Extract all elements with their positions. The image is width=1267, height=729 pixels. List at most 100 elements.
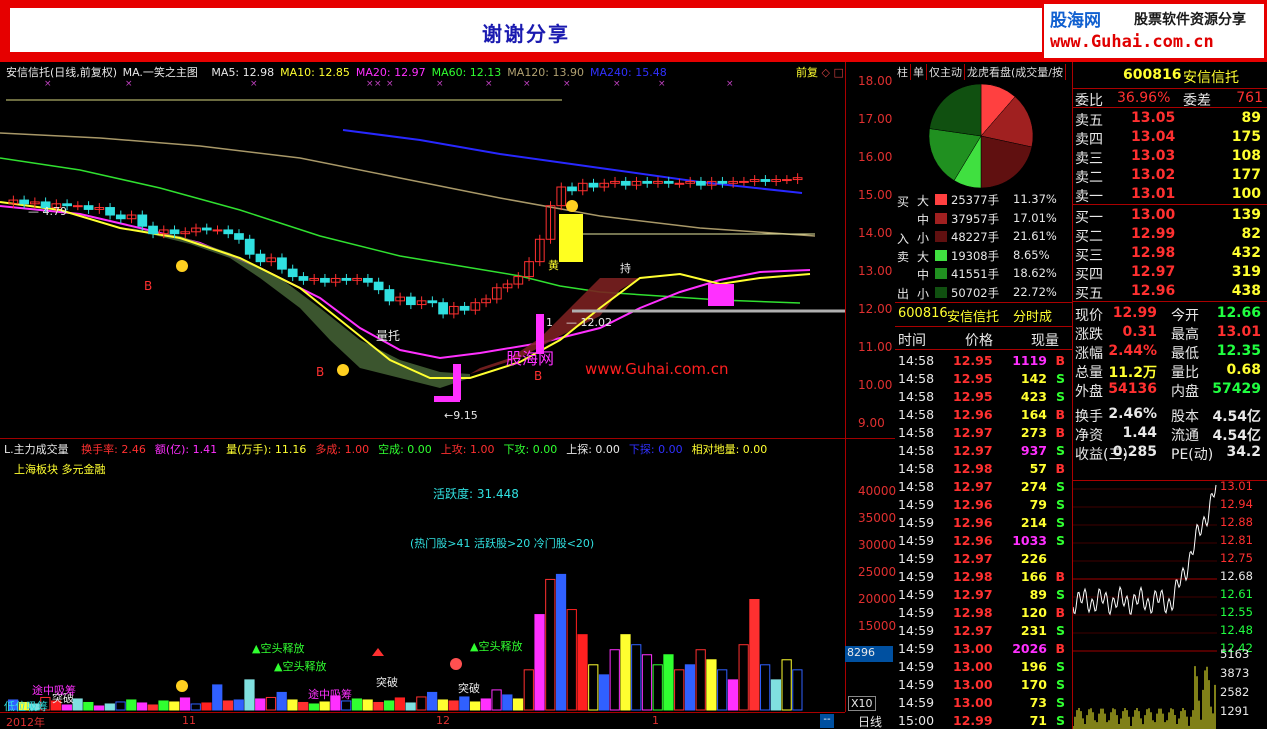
bids-volume: 438 [1231, 283, 1261, 299]
weibi-row: 委比 36.96% 委差 761 [1073, 88, 1267, 109]
asks-label: 卖三 [1075, 151, 1103, 167]
flow-size-label: 中 [917, 212, 930, 227]
stat-value: 57429 [1212, 381, 1261, 397]
bids-row[interactable]: 买二 12.99 82 [1073, 225, 1265, 245]
volume-bar [362, 699, 373, 711]
flow-tab[interactable]: 仅主动 [927, 64, 965, 80]
bids-row[interactable]: 买三 12.98 432 [1073, 244, 1265, 264]
volume-bar [276, 691, 287, 711]
inflow-label: 入 [897, 232, 910, 246]
tick-row[interactable]: 14:58 12.97 274 S [895, 478, 1071, 496]
tick-row[interactable]: 14:59 13.00 2026 B [895, 640, 1071, 658]
tick-row[interactable]: 15:00 12.99 71 S [895, 712, 1071, 729]
bids-row[interactable]: 买一 13.00 139 [1073, 206, 1265, 226]
scale-tag[interactable]: X10 [848, 696, 876, 711]
flow-tab[interactable]: 柱 [895, 64, 911, 80]
tick-row[interactable]: 14:59 12.98 120 B [895, 604, 1071, 622]
volume-bar [426, 691, 438, 711]
bids-row[interactable]: 买五 12.96 438 [1073, 282, 1265, 302]
stat-label: 涨幅 [1075, 346, 1103, 362]
tick-time: 14:58 [898, 425, 935, 440]
bids-price: 12.98 [1131, 245, 1176, 261]
asks-row[interactable]: 卖五 13.05 89 [1073, 109, 1265, 129]
up-arrow-icon [372, 648, 384, 656]
stat-label: 总量 [1075, 365, 1103, 381]
tick-price: 12.98 [953, 605, 993, 620]
signal-box-magenta [434, 396, 460, 402]
stat-value: 4.54亿 [1212, 428, 1261, 444]
tick-row[interactable]: 14:58 12.97 273 B [895, 424, 1071, 442]
candle-body [298, 276, 309, 281]
tick-row[interactable]: 14:59 12.96 1033 S [895, 532, 1071, 550]
tick-row[interactable]: 14:59 12.97 89 S [895, 586, 1071, 604]
asks-row[interactable]: 卖一 13.01 100 [1073, 185, 1265, 205]
asks-price: 13.03 [1131, 148, 1176, 164]
tick-row[interactable]: 14:59 13.00 170 S [895, 676, 1071, 694]
site-logo[interactable]: 股海网 股票软件资源分享 www.Guhai.com.cn [1044, 4, 1264, 58]
tick-row[interactable]: 14:59 12.98 166 B [895, 568, 1071, 586]
tick-side: S [1055, 515, 1065, 530]
asks-price: 13.01 [1131, 186, 1176, 202]
volume-bar [104, 703, 115, 711]
asks-row[interactable]: 卖四 13.04 175 [1073, 128, 1265, 148]
tick-row[interactable]: 14:58 12.95 1119 B [895, 352, 1071, 370]
tick-volume: 142 [1020, 371, 1047, 386]
price-tick-label: 15.00 [858, 188, 893, 202]
tick-row[interactable]: 14:59 12.96 79 S [895, 496, 1071, 514]
flow-tabs: 柱单仅主动 龙虎看盘(成交量/按 [895, 64, 1073, 80]
tick-row[interactable]: 14:59 13.00 73 S [895, 694, 1071, 712]
period-button[interactable]: 日线 [846, 713, 894, 729]
banner-panel: 谢谢分享 [10, 8, 1042, 52]
tick-volume: 73 [1029, 695, 1047, 710]
asks-row[interactable]: 卖三 13.03 108 [1073, 147, 1265, 167]
asks-row[interactable]: 卖二 13.02 177 [1073, 166, 1265, 186]
volume-bar [620, 634, 631, 711]
tick-row[interactable]: 14:59 12.97 231 S [895, 622, 1071, 640]
volume-bar [502, 694, 513, 711]
intraday-chart[interactable] [1073, 481, 1217, 729]
smiley-icon [176, 260, 188, 272]
tick-row[interactable]: 14:58 12.98 57 B [895, 460, 1071, 478]
flow-percent: 18.62% [1013, 266, 1057, 280]
bids-price: 12.99 [1131, 226, 1176, 242]
volume-chart[interactable]: ▲空头释放▲空头释放▲空头释放突破 突破突破途中吸筹 途中吸筹低位吸筹 [0, 540, 845, 712]
flow-color-swatch [935, 212, 947, 224]
watermark-text: 股海网 [506, 349, 554, 368]
volume-indicator-title[interactable]: L.主力成交量 [4, 443, 69, 456]
stat-value: 0.31 [1122, 324, 1157, 340]
tick-row[interactable]: 14:58 12.97 937 S [895, 442, 1071, 460]
flow-percent: 21.61% [1013, 229, 1057, 243]
tick-row[interactable]: 14:59 13.00 196 S [895, 658, 1071, 676]
tick-row[interactable]: 14:58 12.96 164 B [895, 406, 1071, 424]
stat-label: 现价 [1075, 308, 1103, 324]
tick-time: 14:59 [898, 569, 935, 584]
ticks-stock-header: 600816 安信信托 分时成 [895, 302, 1073, 326]
tick-time: 14:59 [898, 623, 935, 638]
tick-price: 13.00 [953, 641, 993, 656]
stat-label: 涨跌 [1075, 327, 1103, 343]
intraday-price-line [1073, 484, 1217, 616]
stat-value: 0.285 [1112, 444, 1157, 460]
stat-value: 2.46% [1108, 406, 1157, 422]
bids-price: 13.00 [1131, 207, 1176, 223]
tick-time: 14:58 [898, 461, 935, 476]
tick-row[interactable]: 14:59 12.96 214 S [895, 514, 1071, 532]
volume-bar [416, 696, 427, 711]
volume-legend-item: 空成: 0.00 [378, 443, 432, 456]
flow-pie-chart [928, 83, 1034, 189]
flow-tab[interactable]: 单 [911, 64, 927, 80]
tick-row[interactable]: 14:59 12.97 226 [895, 550, 1071, 568]
ticks-list[interactable]: 14:58 12.95 1119 B 14:58 12.95 142 S 14:58 12.95 4… [895, 352, 1073, 729]
scroll-button[interactable]: -- [820, 714, 834, 728]
tick-row[interactable]: 14:58 12.95 423 S [895, 388, 1071, 406]
price-chart[interactable]: × × × × × × × × × × × × ×— 4.79←9.151— 12.02量托黄 持BB B股… [0, 78, 845, 436]
tick-time: 14:58 [898, 443, 935, 458]
volume-bar [341, 700, 352, 711]
ticks-column-header: 时间 价格 现量 [895, 326, 1073, 350]
tick-row[interactable]: 14:58 12.95 142 S [895, 370, 1071, 388]
volume-tick-label: 35000 [858, 511, 897, 525]
candle-body [696, 180, 706, 186]
volume-bar [201, 702, 212, 711]
bids-row[interactable]: 买四 12.97 319 [1073, 263, 1265, 283]
flow-tab[interactable]: 龙虎看盘(成交量/按 [965, 64, 1066, 80]
